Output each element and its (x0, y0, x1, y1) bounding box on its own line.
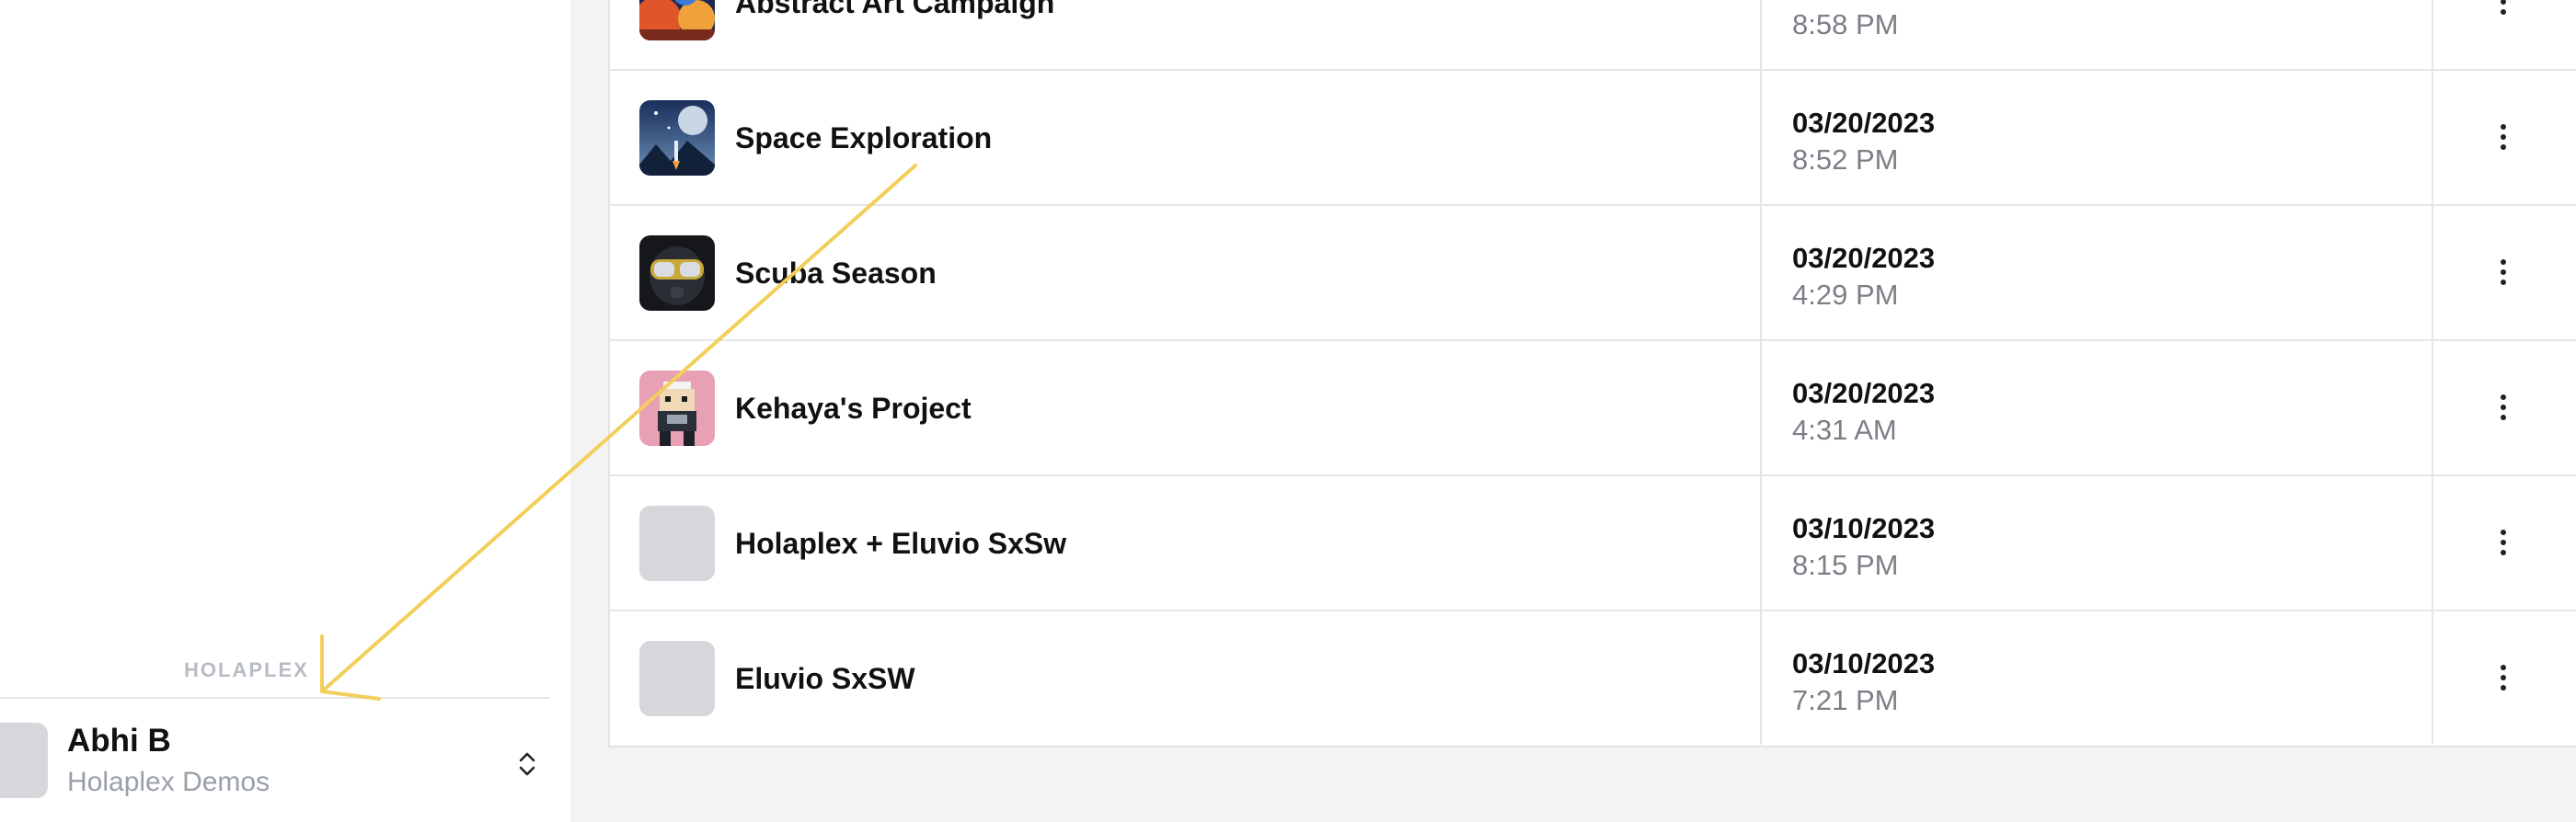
project-name[interactable]: Space Exploration (735, 121, 992, 155)
table-row[interactable]: Holaplex + Eluvio SxSw 03/10/2023 8:15 P… (610, 475, 2576, 611)
created-date: 03/20/2023 (1792, 377, 1936, 409)
created-time: 8:58 PM (1792, 8, 1899, 40)
holaplex-logo: HOLAPLEX (184, 658, 309, 681)
more-vertical-icon[interactable] (2485, 384, 2522, 430)
column-divider (1760, 340, 1762, 474)
project-thumbnail-placeholder (639, 506, 715, 581)
table-row[interactable]: Eluvio SxSW 03/10/2023 7:21 PM (610, 611, 2576, 745)
project-name[interactable]: Kehaya's Project (735, 392, 972, 426)
table-row[interactable]: Scuba Season 03/20/2023 4:29 PM (610, 205, 2576, 341)
project-thumbnail (639, 0, 715, 40)
more-vertical-icon[interactable] (2485, 114, 2522, 160)
project-name[interactable]: Abstract Art Campaign (735, 0, 1054, 20)
column-divider (1760, 475, 1762, 610)
project-name[interactable]: Eluvio SxSW (735, 662, 915, 696)
project-name[interactable]: Holaplex + Eluvio SxSw (735, 527, 1066, 561)
sidebar: HOLAPLEX Abhi B Holaplex Demos (0, 0, 570, 822)
column-divider (1760, 611, 1762, 745)
column-divider (2432, 475, 2433, 610)
column-divider (2432, 205, 2433, 339)
account-switcher[interactable]: Abhi B Holaplex Demos (0, 699, 570, 822)
project-thumbnail (639, 100, 715, 176)
column-divider (2432, 340, 2433, 474)
project-thumbnail (639, 371, 715, 446)
created-time: 8:52 PM (1792, 143, 1899, 176)
more-vertical-icon[interactable] (2485, 0, 2522, 25)
column-divider (2432, 70, 2433, 204)
avatar (0, 723, 48, 798)
project-name[interactable]: Scuba Season (735, 257, 937, 291)
created-time: 4:29 PM (1792, 279, 1899, 311)
created-date: 03/20/2023 (1792, 107, 1936, 139)
column-divider (1760, 70, 1762, 204)
organization-name: Holaplex Demos (67, 767, 270, 797)
column-divider (2432, 611, 2433, 745)
column-divider (1760, 0, 1762, 69)
user-name: Abhi B (67, 723, 171, 759)
project-thumbnail (639, 235, 715, 311)
column-divider (2432, 0, 2433, 69)
more-vertical-icon[interactable] (2485, 249, 2522, 295)
created-date: 03/10/2023 (1792, 512, 1936, 544)
table-row[interactable]: Space Exploration 03/20/2023 8:52 PM (610, 70, 2576, 206)
more-vertical-icon[interactable] (2485, 519, 2522, 565)
created-time: 7:21 PM (1792, 684, 1899, 716)
more-vertical-icon[interactable] (2485, 655, 2522, 701)
created-date: 03/20/2023 (1792, 242, 1936, 274)
chevron-up-down-icon[interactable] (508, 745, 546, 783)
column-divider (1760, 205, 1762, 339)
table-row[interactable]: Abstract Art Campaign 8:58 PM (610, 0, 2576, 71)
table-row[interactable]: Kehaya's Project 03/20/2023 4:31 AM (610, 340, 2576, 476)
created-time: 4:31 AM (1792, 414, 1897, 446)
project-thumbnail-placeholder (639, 641, 715, 716)
projects-table: Abstract Art Campaign 8:58 PM Space Expl… (608, 0, 2576, 748)
created-date: 03/10/2023 (1792, 647, 1936, 679)
created-time: 8:15 PM (1792, 549, 1899, 581)
